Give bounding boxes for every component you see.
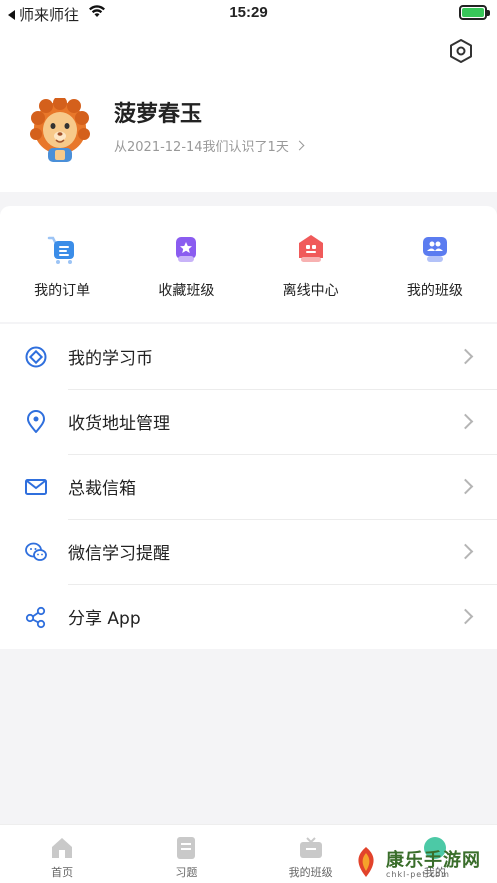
quick-action-label: 我的订单 [34,283,91,299]
quick-action-label: 我的班级 [406,283,463,299]
chevron-right-icon [457,413,474,430]
clock-time: 15:29 [229,4,268,21]
watermark-logo-icon [358,847,374,877]
coin-icon [25,346,47,367]
quick-action-favorite-classes[interactable]: 收藏班级 [124,206,248,322]
share-icon [25,606,46,628]
chevron-right-icon [457,543,474,560]
class-tv-icon [299,837,322,858]
tab-exercises[interactable]: 习题 [124,825,248,883]
mail-icon [25,478,47,495]
exercise-icon [177,837,196,859]
quick-action-label: 收藏班级 [158,283,215,299]
site-watermark: 康乐手游网 chkl-pet.com [346,842,494,882]
menu-item-share-app[interactable]: 分享 App [0,584,497,649]
tab-label: 首页 [51,866,74,879]
quick-action-my-classes[interactable]: 我的班级 [373,206,497,322]
favorite-class-icon [176,237,197,262]
menu-item-label: 收货地址管理 [68,414,170,434]
home-icon [52,838,73,858]
acquaintance-link[interactable]: 从2021-12-14我们认识了1天 [114,136,305,155]
avatar[interactable] [28,98,92,166]
tab-home[interactable]: 首页 [0,825,124,883]
menu-item-label: 总裁信箱 [68,479,136,499]
quick-actions: 我的订单 收藏班级 离线中心 我的班级 [0,206,497,322]
quick-action-label: 离线中心 [282,283,339,299]
watermark-text: 康乐手游网 [386,850,481,871]
tab-label: 习题 [175,866,198,879]
chevron-right-icon [457,608,474,625]
battery-icon [459,5,490,20]
menu-item-label: 我的学习币 [68,349,153,369]
chevron-right-icon [457,478,474,495]
tab-label: 我的班级 [288,866,333,879]
my-class-icon [422,237,447,262]
settings-hexagon-icon[interactable] [448,38,474,64]
profile-header: 菠萝春玉 从2021-12-14我们认识了1天 [0,26,497,192]
location-pin-icon [27,409,45,433]
status-bar: 师来师往 15:29 [0,0,497,26]
wechat-icon [25,542,47,561]
menu-item-label: 分享 App [68,609,141,629]
menu-item-label: 微信学习提醒 [68,544,170,564]
order-cart-icon [47,236,75,264]
menu-item-study-coins[interactable]: 我的学习币 [0,324,497,389]
settings-menu: 我的学习币 收货地址管理 总裁信箱 微信学习提醒 分享 App [0,324,497,649]
menu-item-ceo-mailbox[interactable]: 总裁信箱 [0,454,497,519]
user-name: 菠萝春玉 [114,102,203,127]
acquaintance-text: 从2021-12-14我们认识了1天 [114,140,289,155]
chevron-right-icon [294,140,305,151]
quick-action-offline-center[interactable]: 离线中心 [249,206,373,322]
watermark-sub: chkl-pet.com [386,870,450,879]
offline-center-icon [298,235,323,262]
quick-action-my-orders[interactable]: 我的订单 [0,206,124,322]
menu-item-wechat-reminder[interactable]: 微信学习提醒 [0,519,497,584]
menu-item-address[interactable]: 收货地址管理 [0,389,497,454]
chevron-right-icon [457,348,474,365]
